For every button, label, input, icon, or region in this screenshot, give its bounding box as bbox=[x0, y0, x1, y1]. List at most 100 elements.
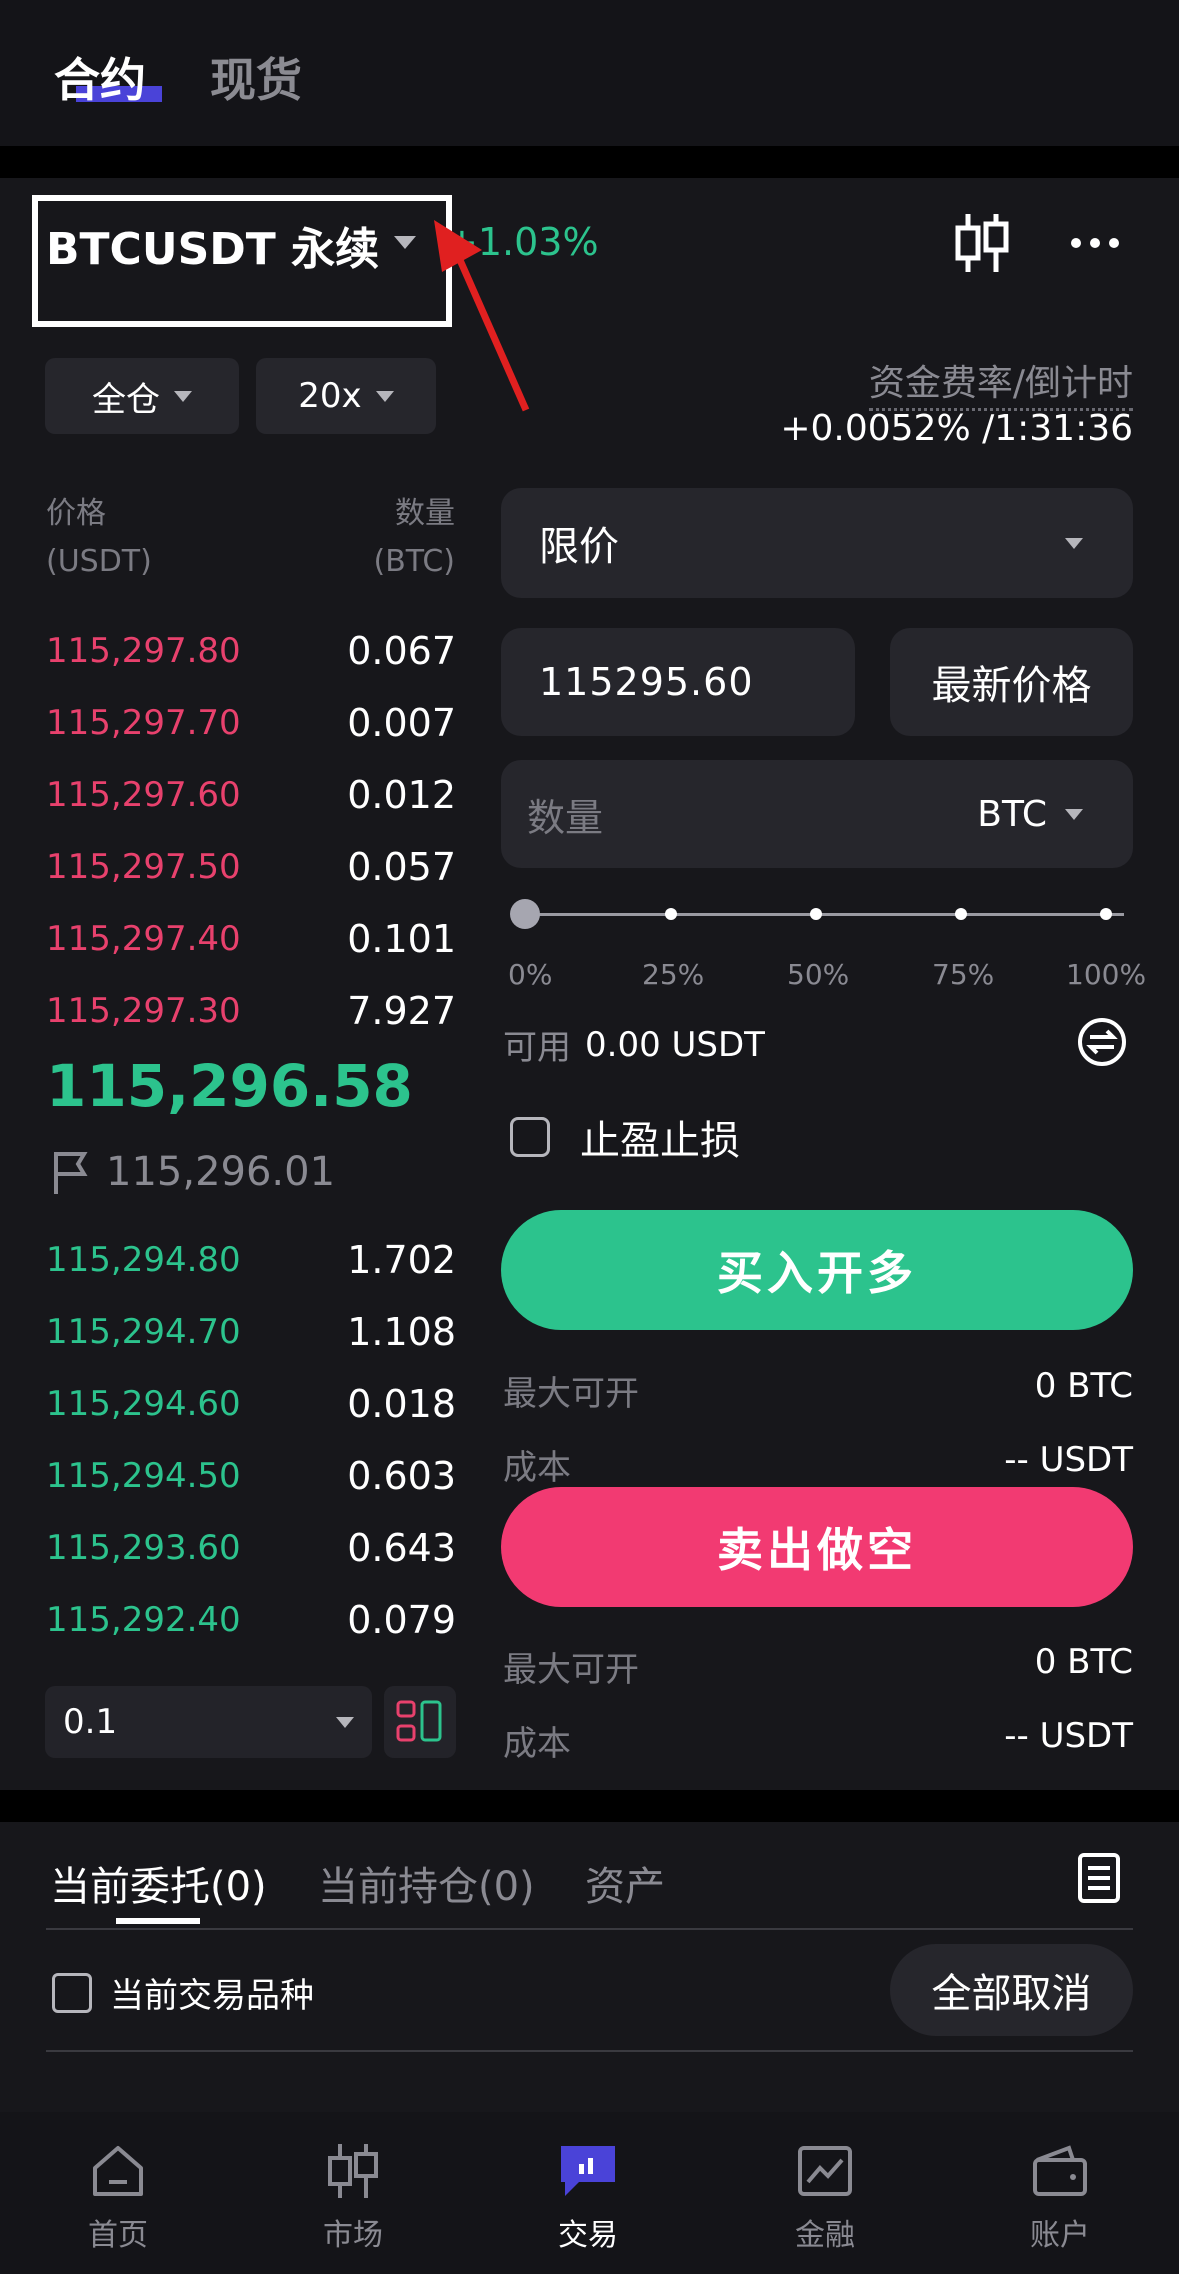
wallet-icon bbox=[1033, 2145, 1087, 2196]
nav-home[interactable]: 首页 bbox=[38, 2140, 198, 2254]
ask-row[interactable]: 115,297.50 0.057 bbox=[46, 831, 456, 903]
slider-dot[interactable] bbox=[810, 908, 822, 920]
ask-price: 115,297.40 bbox=[46, 919, 241, 959]
flag-icon bbox=[54, 1152, 88, 1194]
ask-price: 115,297.60 bbox=[46, 775, 241, 815]
ask-row[interactable]: 115,297.60 0.012 bbox=[46, 759, 456, 831]
bid-row[interactable]: 115,294.50 0.603 bbox=[46, 1440, 456, 1512]
nav-label: 首页 bbox=[88, 2218, 148, 2253]
bid-qty: 1.702 bbox=[347, 1238, 456, 1282]
last-price: 115,296.58 bbox=[46, 1052, 413, 1120]
bid-row[interactable]: 115,294.70 1.108 bbox=[46, 1296, 456, 1368]
tab-spot[interactable]: 现货 bbox=[210, 44, 302, 110]
bid-row[interactable]: 115,292.40 0.079 bbox=[46, 1584, 456, 1656]
order-type-select[interactable]: 限价 bbox=[501, 488, 1133, 598]
price-header-unit: (USDT) bbox=[46, 544, 152, 579]
margin-mode-select[interactable]: 全仓 bbox=[45, 358, 239, 434]
nav-label: 市场 bbox=[323, 2218, 383, 2253]
price-input[interactable]: 115295.60 bbox=[501, 628, 855, 736]
bid-row[interactable]: 115,294.80 1.702 bbox=[46, 1224, 456, 1296]
more-icon[interactable] bbox=[1070, 230, 1120, 256]
margin-mode-label: 全仓 bbox=[92, 379, 160, 420]
available-label: 可用 bbox=[503, 1028, 571, 1068]
max-open-label: 最大可开 bbox=[503, 1650, 639, 1690]
current-symbol-filter[interactable]: 当前交易品种 bbox=[52, 1968, 314, 2017]
latest-price-button[interactable]: 最新价格 bbox=[890, 628, 1133, 736]
ask-row[interactable]: 115,297.30 7.927 bbox=[46, 975, 456, 1047]
chevron-down-icon bbox=[336, 1716, 354, 1728]
ask-qty: 7.927 bbox=[347, 989, 456, 1033]
buy-cost: 成本 -- USDT bbox=[503, 1440, 1133, 1489]
slider-track bbox=[528, 913, 1124, 916]
ask-price: 115,297.70 bbox=[46, 703, 241, 743]
tpsl-checkbox[interactable] bbox=[510, 1117, 550, 1157]
mark-price-row: 115,296.01 bbox=[50, 1148, 335, 1196]
ask-qty: 0.057 bbox=[347, 845, 456, 889]
leverage-select[interactable]: 20x bbox=[256, 358, 436, 434]
buy-max-open: 最大可开 0 BTC bbox=[503, 1366, 1133, 1415]
qty-header-label: 数量 bbox=[395, 496, 455, 531]
nav-market[interactable]: 市场 bbox=[273, 2140, 433, 2254]
cost-value: -- USDT bbox=[1004, 1716, 1133, 1756]
nav-earn[interactable]: 金融 bbox=[745, 2140, 905, 2254]
quantity-placeholder: 数量 bbox=[527, 795, 604, 840]
transfer-icon[interactable] bbox=[1076, 1016, 1128, 1068]
funding-rate-value: +0.0052% /1:31:36 bbox=[780, 408, 1133, 449]
tpsl-label: 止盈止损 bbox=[580, 1118, 740, 1164]
available-value: 0.00 USDT bbox=[585, 1024, 765, 1065]
cancel-all-button[interactable]: 全部取消 bbox=[890, 1944, 1133, 2036]
ask-row[interactable]: 115,297.80 0.067 bbox=[46, 615, 456, 687]
candlestick-icon[interactable] bbox=[952, 210, 1012, 276]
order-history-icon[interactable] bbox=[1076, 1852, 1122, 1904]
orderbook-layout-icon[interactable] bbox=[384, 1686, 456, 1758]
sell-short-button[interactable]: 卖出做空 bbox=[501, 1487, 1133, 1607]
nav-account[interactable]: 账户 bbox=[980, 2140, 1140, 2254]
qty-header-unit: (BTC) bbox=[373, 544, 455, 579]
quantity-unit-select[interactable]: BTC bbox=[977, 794, 1083, 835]
chart-icon bbox=[798, 2146, 852, 2196]
tpsl-option[interactable]: 止盈止损 bbox=[510, 1108, 740, 1166]
bid-qty: 0.018 bbox=[347, 1382, 456, 1426]
ask-price: 115,297.50 bbox=[46, 847, 241, 887]
divider bbox=[46, 1928, 1133, 1930]
bid-price: 115,293.60 bbox=[46, 1528, 241, 1568]
tab-positions[interactable]: 当前持仓(0) bbox=[318, 1854, 535, 1912]
slider-dot[interactable] bbox=[665, 908, 677, 920]
chevron-down-icon bbox=[174, 390, 192, 402]
funding-rate-label[interactable]: 资金费率/倒计时 bbox=[868, 354, 1133, 411]
chevron-down-icon bbox=[375, 390, 394, 402]
nav-trade[interactable]: 交易 bbox=[508, 2140, 668, 2254]
slider-mark: 25% bbox=[642, 958, 705, 991]
available-balance: 可用 0.00 USDT bbox=[503, 1020, 765, 1069]
price-step-select[interactable]: 0.1 bbox=[45, 1686, 372, 1758]
ask-row[interactable]: 115,297.40 0.101 bbox=[46, 903, 456, 975]
bid-price: 115,294.70 bbox=[46, 1312, 241, 1352]
orderbook-qty-header: 数量 (BTC) bbox=[373, 490, 455, 586]
trade-icon bbox=[561, 2146, 615, 2196]
slider-thumb[interactable] bbox=[510, 899, 540, 929]
symbol-filter-label: 当前交易品种 bbox=[110, 1976, 314, 2016]
bid-row[interactable]: 115,294.60 0.018 bbox=[46, 1368, 456, 1440]
tab-contract[interactable]: 合约 bbox=[54, 44, 146, 110]
tab-open-orders[interactable]: 当前委托(0) bbox=[50, 1854, 267, 1912]
slider-dot[interactable] bbox=[1100, 908, 1112, 920]
max-open-value: 0 BTC bbox=[1034, 1366, 1133, 1406]
active-tab-indicator bbox=[116, 1918, 200, 1924]
ask-price: 115,297.80 bbox=[46, 631, 241, 671]
tab-assets[interactable]: 资产 bbox=[585, 1854, 665, 1912]
ask-row[interactable]: 115,297.70 0.007 bbox=[46, 687, 456, 759]
slider-mark: 0% bbox=[508, 958, 553, 991]
nav-label: 账户 bbox=[1030, 2218, 1090, 2253]
buy-long-button[interactable]: 买入开多 bbox=[501, 1210, 1133, 1330]
cost-label: 成本 bbox=[503, 1448, 571, 1488]
bid-qty: 1.108 bbox=[347, 1310, 456, 1354]
quantity-slider[interactable] bbox=[510, 896, 1124, 932]
symbol-filter-checkbox[interactable] bbox=[52, 1972, 92, 2013]
bid-row[interactable]: 115,293.60 0.643 bbox=[46, 1512, 456, 1584]
order-type-label: 限价 bbox=[539, 524, 619, 570]
price-header-label: 价格 bbox=[46, 496, 106, 531]
quantity-input[interactable]: 数量 BTC bbox=[501, 760, 1133, 868]
ask-qty: 0.067 bbox=[347, 629, 456, 673]
bid-qty: 0.079 bbox=[347, 1598, 456, 1642]
slider-dot[interactable] bbox=[955, 908, 967, 920]
